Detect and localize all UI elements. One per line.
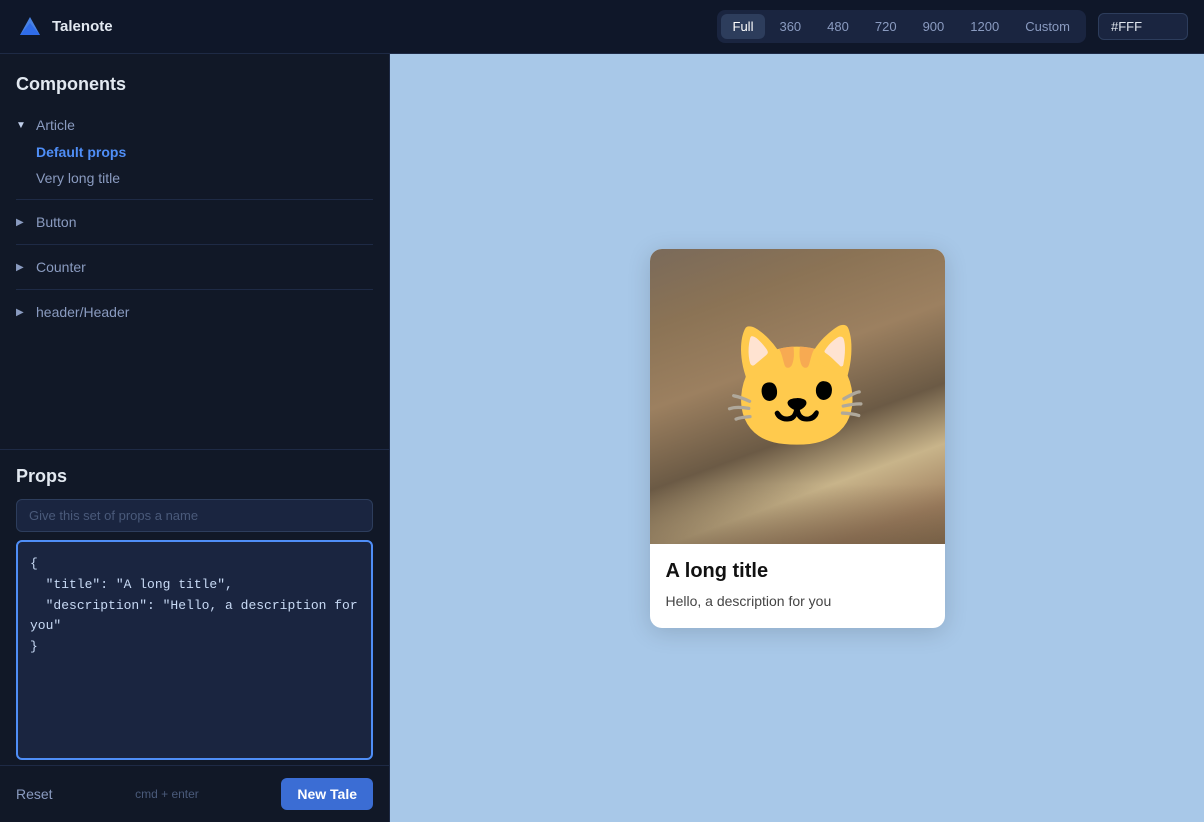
vp-720[interactable]: 720	[863, 14, 909, 39]
logo-area: Talenote	[16, 13, 113, 41]
app-title: Talenote	[52, 18, 113, 35]
divider-1	[16, 199, 373, 200]
card-description: Hello, a description for you	[666, 591, 929, 612]
sidebar-item-button[interactable]: ▶ Button	[16, 208, 373, 236]
card-image	[650, 249, 945, 544]
chevron-down-icon: ▼	[16, 120, 32, 131]
color-input[interactable]	[1098, 13, 1188, 40]
vp-full[interactable]: Full	[721, 14, 766, 39]
sidebar-item-counter[interactable]: ▶ Counter	[16, 253, 373, 281]
chevron-right-icon: ▶	[16, 217, 32, 228]
sidebar-item-header[interactable]: ▶ header/Header	[16, 298, 373, 326]
chevron-right-icon: ▶	[16, 307, 32, 318]
card-body: A long title Hello, a description for yo…	[650, 544, 945, 628]
vp-custom[interactable]: Custom	[1013, 14, 1082, 39]
sidebar-item-label: Article	[36, 117, 75, 133]
vp-900[interactable]: 900	[911, 14, 957, 39]
card-title: A long title	[666, 560, 929, 583]
vp-360[interactable]: 360	[767, 14, 813, 39]
props-section: Props { "title": "A long title", "descri…	[0, 449, 389, 765]
props-title: Props	[16, 466, 373, 487]
sidebar-item-label: header/Header	[36, 304, 129, 320]
divider-3	[16, 289, 373, 290]
sidebar-item-label: Button	[36, 214, 76, 230]
main-layout: Components ▼ Article Default props Very …	[0, 54, 1204, 822]
article-children: Default props Very long title	[36, 139, 373, 191]
components-title: Components	[16, 74, 373, 95]
sidebar-child-very-long-title[interactable]: Very long title	[36, 165, 373, 191]
reset-button[interactable]: Reset	[16, 786, 53, 802]
sidebar-top: Components ▼ Article Default props Very …	[0, 54, 389, 449]
shortcut-hint: cmd + enter	[135, 787, 199, 801]
viewport-buttons: Full 360 480 720 900 1200 Custom	[717, 10, 1086, 43]
props-name-input[interactable]	[16, 499, 373, 532]
props-textarea[interactable]: { "title": "A long title", "description"…	[16, 540, 373, 760]
preview-area: A long title Hello, a description for yo…	[390, 54, 1204, 822]
divider-2	[16, 244, 373, 245]
sidebar-item-article[interactable]: ▼ Article	[16, 111, 373, 139]
sidebar-item-label: Counter	[36, 259, 86, 275]
sidebar-footer: Reset cmd + enter New Tale	[0, 765, 389, 822]
chevron-right-icon: ▶	[16, 262, 32, 273]
vp-1200[interactable]: 1200	[958, 14, 1011, 39]
vp-480[interactable]: 480	[815, 14, 861, 39]
sidebar-child-default-props[interactable]: Default props	[36, 139, 373, 165]
new-tale-button[interactable]: New Tale	[281, 778, 373, 810]
sidebar: Components ▼ Article Default props Very …	[0, 54, 390, 822]
article-card: A long title Hello, a description for yo…	[650, 249, 945, 628]
topbar: Talenote Full 360 480 720 900 1200 Custo…	[0, 0, 1204, 54]
logo-icon	[16, 13, 44, 41]
